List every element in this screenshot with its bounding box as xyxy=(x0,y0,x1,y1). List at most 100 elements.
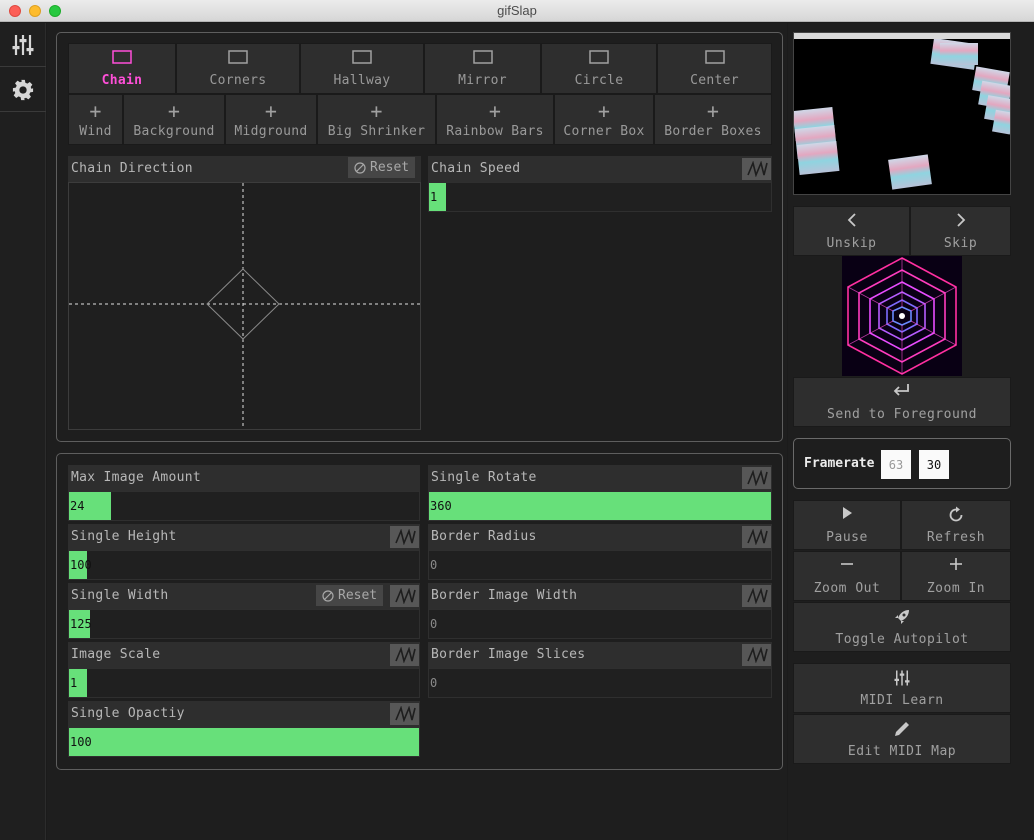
single-rotate-fill xyxy=(429,492,771,520)
single-opacity-lfo-button[interactable] xyxy=(390,703,419,725)
tab-mirror[interactable]: Mirror xyxy=(424,43,541,94)
image-scale-label: Image Scale xyxy=(71,647,161,662)
mode-panel: Chain Corners Hallway Mirror Circle Cent… xyxy=(56,32,783,442)
zoom-in-label: Zoom In xyxy=(926,581,986,596)
unskip-button[interactable]: Unskip xyxy=(793,206,910,256)
preview-image xyxy=(794,39,1010,190)
edit-midi-map-button[interactable]: Edit MIDI Map xyxy=(793,714,1011,764)
rectangle-icon xyxy=(352,50,372,64)
button-label: Wind xyxy=(79,124,112,139)
sidebar-item-controls[interactable] xyxy=(0,23,46,67)
rectangle-icon xyxy=(589,50,609,64)
border-radius-lfo-button[interactable] xyxy=(742,526,771,548)
refresh-icon xyxy=(949,506,963,522)
single-width-slider[interactable]: 125 xyxy=(68,609,420,639)
single-width-lfo-button[interactable] xyxy=(390,585,419,607)
border-image-width-label: Border Image Width xyxy=(431,588,578,603)
max-image-amount-slider[interactable]: 24 xyxy=(68,491,420,521)
single-opacity-value: 100 xyxy=(70,735,92,749)
image-scale-value: 1 xyxy=(70,676,78,690)
chain-direction-reset-button[interactable]: Reset xyxy=(348,157,416,178)
sidebar xyxy=(0,23,46,840)
border-image-width-slider[interactable]: 0 xyxy=(428,609,772,639)
image-scale-slider[interactable]: 1 xyxy=(68,668,420,698)
button-label: Midground xyxy=(234,124,308,139)
toggle-autopilot-button[interactable]: Toggle Autopilot xyxy=(793,602,1011,652)
chain-speed-value: 1 xyxy=(430,190,438,204)
border-image-width-header: Border Image Width xyxy=(428,583,772,609)
right-panel: Unskip Skip Send to Foreground Framerate… xyxy=(788,23,1034,840)
button-label: Background xyxy=(133,124,215,139)
image-scale-lfo-button[interactable] xyxy=(390,644,419,666)
waveform-icon xyxy=(394,647,416,663)
border-image-slices-lfo-button[interactable] xyxy=(742,644,771,666)
framerate-panel: Framerate 63 30 xyxy=(793,438,1011,489)
minus-icon xyxy=(841,563,853,565)
send-to-foreground-button[interactable]: Send to Foreground xyxy=(793,377,1011,427)
pause-button[interactable]: Pause xyxy=(793,500,901,550)
refresh-button[interactable]: Refresh xyxy=(901,500,1011,550)
chevron-right-icon xyxy=(956,213,965,227)
rectangle-icon xyxy=(228,50,248,64)
chain-direction-pad[interactable] xyxy=(68,182,421,430)
reset-label: Reset xyxy=(370,160,410,175)
window-title: gifSlap xyxy=(497,3,537,18)
waveform-icon xyxy=(394,529,416,545)
button-label: Big Shrinker xyxy=(327,124,426,139)
gif-thumbnail[interactable] xyxy=(842,256,962,376)
tab-label: Corners xyxy=(209,73,267,88)
tab-center[interactable]: Center xyxy=(657,43,772,94)
add-midground-button[interactable]: + Midground xyxy=(225,94,317,145)
waveform-icon xyxy=(394,706,416,722)
zoom-out-button[interactable]: Zoom Out xyxy=(793,551,901,601)
single-height-value: 100 xyxy=(70,558,92,572)
reset-icon xyxy=(354,161,366,174)
single-height-slider[interactable]: 100 xyxy=(68,550,420,580)
plus-icon: + xyxy=(488,99,502,123)
waveform-icon xyxy=(746,161,768,177)
tab-label: Chain xyxy=(101,73,143,88)
single-rotate-slider[interactable]: 360 xyxy=(428,491,772,521)
skip-button[interactable]: Skip xyxy=(910,206,1011,256)
single-rotate-lfo-button[interactable] xyxy=(742,467,771,489)
add-background-button[interactable]: + Background xyxy=(123,94,225,145)
tab-chain[interactable]: Chain xyxy=(68,43,176,94)
chain-speed-lfo-button[interactable] xyxy=(742,158,771,180)
border-radius-label: Border Radius xyxy=(431,529,537,544)
framerate-target-input[interactable]: 30 xyxy=(919,450,949,479)
single-width-reset-button[interactable]: Reset xyxy=(316,585,384,606)
add-border-boxes-button[interactable]: + Border Boxes xyxy=(654,94,772,145)
output-preview xyxy=(793,32,1011,195)
single-opacity-header: Single Opactiy xyxy=(68,701,420,727)
title-bar: gifSlap xyxy=(0,0,1034,22)
toggle-autopilot-label: Toggle Autopilot xyxy=(835,632,969,647)
tab-hallway[interactable]: Hallway xyxy=(300,43,424,94)
border-image-slices-slider[interactable]: 0 xyxy=(428,668,772,698)
midi-learn-button[interactable]: MIDI Learn xyxy=(793,663,1011,713)
border-image-width-lfo-button[interactable] xyxy=(742,585,771,607)
hexagon-tunnel-image xyxy=(842,256,962,376)
tab-circle[interactable]: Circle xyxy=(541,43,657,94)
button-label: Corner Box xyxy=(563,124,645,139)
image-scale-header: Image Scale xyxy=(68,642,420,668)
chain-speed-slider[interactable]: 1 xyxy=(428,182,772,212)
border-radius-slider[interactable]: 0 xyxy=(428,550,772,580)
single-opacity-fill xyxy=(69,728,419,756)
add-big-shrinker-button[interactable]: + Big Shrinker xyxy=(317,94,436,145)
single-opacity-slider[interactable]: 100 xyxy=(68,727,420,757)
waveform-icon xyxy=(746,647,768,663)
add-wind-button[interactable]: + Wind xyxy=(68,94,123,145)
waveform-icon xyxy=(746,529,768,545)
single-height-lfo-button[interactable] xyxy=(390,526,419,548)
rectangle-icon xyxy=(472,50,493,64)
tab-corners[interactable]: Corners xyxy=(176,43,300,94)
add-rainbow-bars-button[interactable]: + Rainbow Bars xyxy=(436,94,554,145)
add-corner-box-button[interactable]: + Corner Box xyxy=(554,94,654,145)
max-image-amount-header: Max Image Amount xyxy=(68,465,420,491)
zoom-in-button[interactable]: Zoom In xyxy=(901,551,1011,601)
edit-midi-map-label: Edit MIDI Map xyxy=(847,744,957,759)
sidebar-item-settings[interactable] xyxy=(0,68,46,112)
gear-icon xyxy=(12,79,34,100)
play-icon xyxy=(843,507,852,519)
border-image-slices-label: Border Image Slices xyxy=(431,647,586,662)
